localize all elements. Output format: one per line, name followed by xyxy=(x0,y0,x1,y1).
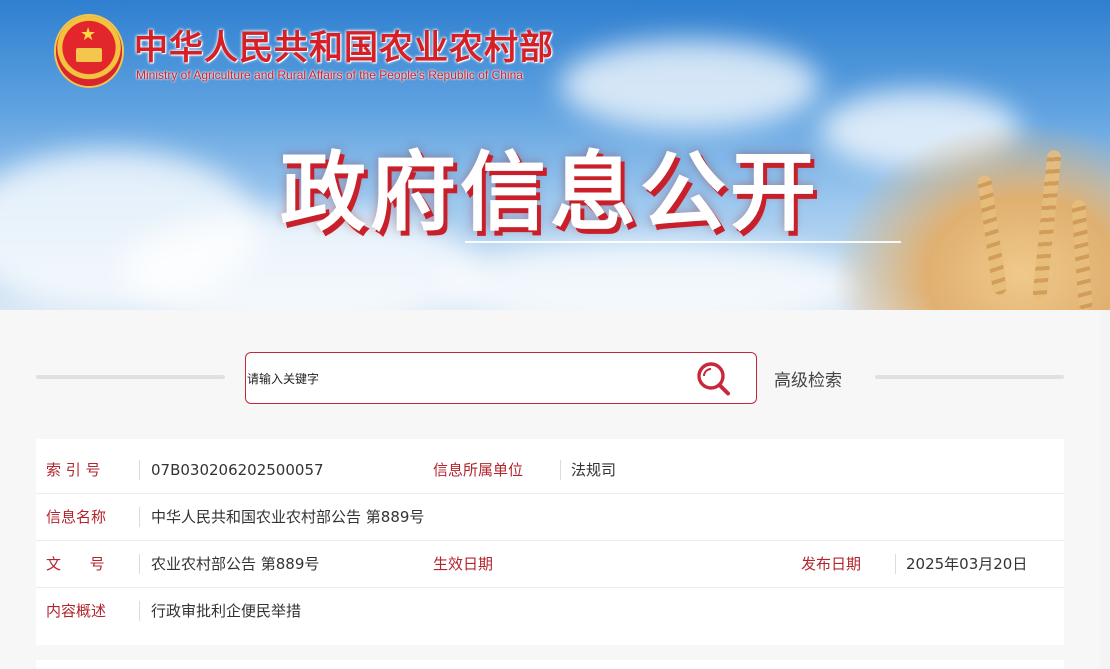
row-separator xyxy=(139,554,140,574)
doc-number-value: 农业农村部公告 第889号 xyxy=(151,555,320,573)
name-label: 信息名称 xyxy=(46,508,107,526)
effective-date-label: 生效日期 xyxy=(433,555,494,573)
index-label: 索 引 号 xyxy=(46,461,101,479)
bottom-strip xyxy=(36,660,1064,669)
info-row-index: 索 引 号 07B030206202500057 信息所属单位 法规司 xyxy=(36,447,1064,494)
row-separator xyxy=(139,507,140,527)
search-divider-right xyxy=(875,375,1064,379)
info-row-summary: 内容概述 行政审批利企便民举措 xyxy=(36,588,1064,635)
publish-date-label: 发布日期 xyxy=(801,555,862,573)
wheat-decoration xyxy=(830,120,1110,310)
row-separator xyxy=(139,601,140,621)
info-row-name: 信息名称 中华人民共和国农业农村部公告 第889号 xyxy=(36,494,1064,541)
info-row-doc: 文 号 农业农村部公告 第889号 生效日期 发布日期 2025年03月20日 xyxy=(36,541,1064,588)
advanced-search-link[interactable]: 高级检索 xyxy=(774,366,842,391)
summary-label: 内容概述 xyxy=(46,602,107,620)
unit-value: 法规司 xyxy=(571,461,617,479)
search-icon[interactable] xyxy=(694,360,732,398)
ministry-name-cn[interactable]: 中华人民共和国农业农村部 xyxy=(134,20,554,69)
index-value: 07B030206202500057 xyxy=(151,461,324,479)
summary-value: 行政审批利企便民举措 xyxy=(151,602,302,620)
unit-label: 信息所属单位 xyxy=(433,461,524,479)
search-divider-left xyxy=(36,375,225,379)
publish-date-value: 2025年03月20日 xyxy=(906,555,1028,573)
search-input[interactable] xyxy=(247,367,677,391)
name-value: 中华人民共和国农业农村部公告 第889号 xyxy=(151,508,425,526)
row-separator xyxy=(560,460,561,480)
header-banner: ★ 中华人民共和国农业农村部 Ministry of Agriculture a… xyxy=(0,0,1110,310)
title-underline xyxy=(465,241,901,243)
doc-number-label: 文 号 xyxy=(46,555,105,573)
ministry-name-en: Ministry of Agriculture and Rural Affair… xyxy=(136,68,523,82)
national-emblem-icon: ★ xyxy=(56,16,122,86)
row-separator xyxy=(139,460,140,480)
search-box xyxy=(245,352,757,404)
row-separator xyxy=(895,554,896,574)
page-title: 政府信息公开 xyxy=(280,145,820,241)
document-info-table: 索 引 号 07B030206202500057 信息所属单位 法规司 信息名称… xyxy=(36,439,1064,645)
